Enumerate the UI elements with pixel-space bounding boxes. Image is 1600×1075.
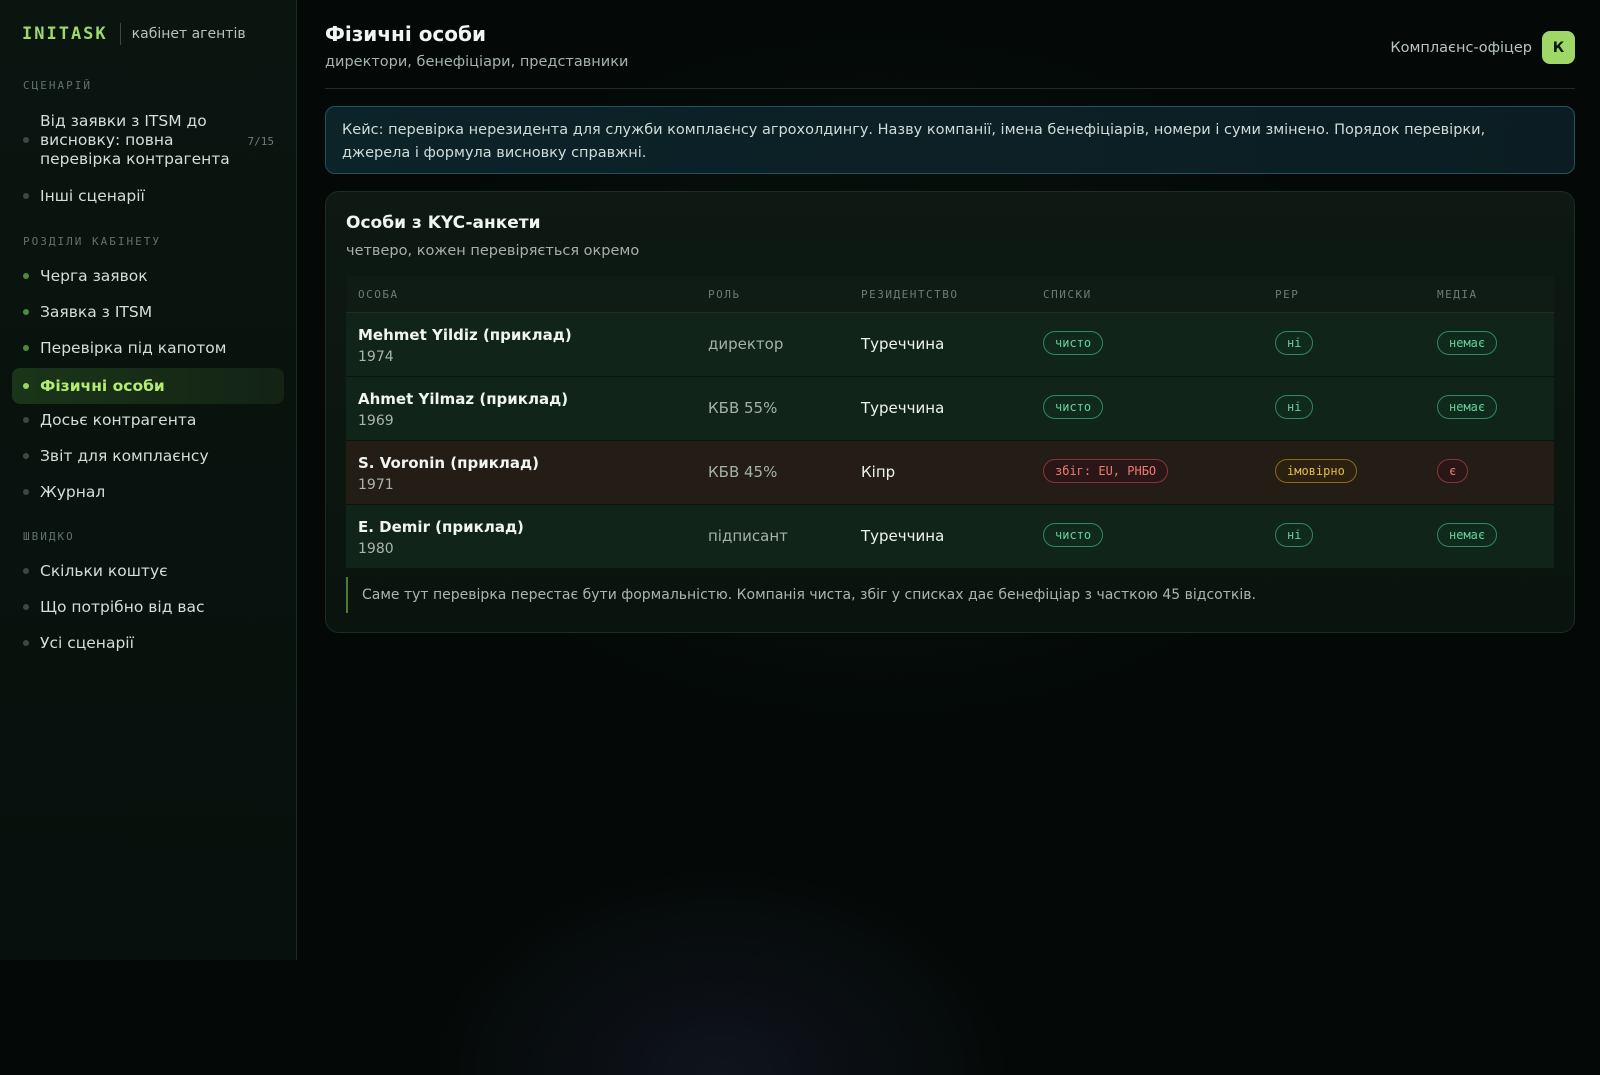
pep-status-badge: ні — [1275, 395, 1314, 419]
sidebar-item-journal[interactable]: Журнал — [12, 479, 284, 505]
table-row[interactable]: S. Voronin (приклад) 1971 КБВ 45% Кіпр з… — [346, 441, 1554, 505]
pep-status-badge: ні — [1275, 523, 1314, 547]
sidebar-item-label: Черга заявок — [40, 267, 148, 285]
person-residency: Кіпр — [861, 463, 896, 481]
person-residency: Туреччина — [861, 399, 945, 417]
sidebar-item-label: Скільки коштує — [40, 562, 168, 580]
table-header: ОСОБА РОЛЬ РЕЗИДЕНТСТВО СПИСКИ PEP МЕДІА — [346, 276, 1554, 313]
person-name: S. Voronin (приклад) — [358, 454, 539, 472]
user-role: Комплаєнс-офіцер — [1390, 39, 1532, 56]
person-role: КБВ 55% — [708, 399, 778, 417]
bullet-icon — [23, 604, 29, 610]
sidebar-item-dossier[interactable]: Досьє контрагента — [12, 407, 284, 433]
brand[interactable]: INITASK кабінет агентів — [22, 22, 246, 46]
bullet-icon — [23, 273, 29, 279]
table-row[interactable]: E. Demir (приклад) 1980 підписант Туречч… — [346, 505, 1554, 569]
avatar[interactable]: К — [1542, 31, 1575, 64]
person-residency: Туреччина — [861, 335, 945, 353]
case-description: Кейс: перевірка нерезидента для служби к… — [325, 106, 1575, 174]
person-role: директор — [708, 335, 784, 353]
person-birth-year: 1971 — [358, 477, 394, 493]
section-label-quick: ШВИДКО — [23, 530, 75, 543]
person-name: Mehmet Yildiz (приклад) — [358, 326, 572, 344]
bullet-icon — [23, 417, 29, 423]
brand-divider — [119, 23, 121, 45]
sidebar-item-under-hood[interactable]: Перевірка під капотом — [12, 335, 284, 361]
lists-status-badge: чисто — [1043, 331, 1104, 355]
person-birth-year: 1969 — [358, 413, 394, 429]
person-role: КБВ 45% — [708, 463, 778, 481]
pep-status-badge: імовірно — [1275, 459, 1357, 483]
column-header-lists: СПИСКИ — [1043, 288, 1092, 301]
bullet-icon — [23, 137, 29, 143]
sidebar-item-other-scenarios[interactable]: Інші сценарії — [12, 184, 284, 208]
sidebar-item-label: Фізичні особи — [40, 377, 165, 395]
sidebar-item-label: Що потрібно від вас — [40, 598, 205, 616]
sidebar-item-label: Заявка з ITSM — [40, 303, 153, 321]
lists-status-badge: чисто — [1043, 523, 1104, 547]
persons-table: ОСОБА РОЛЬ РЕЗИДЕНТСТВО СПИСКИ PEP МЕДІА… — [346, 276, 1554, 569]
media-status-badge: немає — [1437, 331, 1498, 355]
section-label-scenario: СЦЕНАРІЙ — [23, 79, 92, 92]
media-status-badge: немає — [1437, 523, 1498, 547]
column-header-media: МЕДІА — [1437, 288, 1478, 301]
sidebar-item-all-scenarios[interactable]: Усі сценарії — [12, 630, 284, 656]
sidebar-item-label: Досьє контрагента — [40, 411, 197, 429]
column-header-pep: PEP — [1275, 288, 1300, 301]
bullet-icon — [23, 383, 29, 389]
sidebar-item-scenario-full-check[interactable]: Від заявки з ITSM до висновку: повна пер… — [12, 110, 284, 170]
sidebar-item-requirements[interactable]: Що потрібно від вас — [12, 594, 284, 620]
person-birth-year: 1980 — [358, 541, 394, 557]
pep-status-badge: ні — [1275, 331, 1314, 355]
panel-title: Особи з KYC-анкети — [346, 213, 541, 233]
bullet-icon — [23, 345, 29, 351]
scenario-progress-count: 7/15 — [247, 135, 275, 148]
bullet-icon — [23, 489, 29, 495]
user-menu[interactable]: Комплаєнс-офіцер К — [1390, 31, 1575, 64]
column-header-person: ОСОБА — [358, 288, 399, 301]
bullet-icon — [23, 453, 29, 459]
brand-subtitle: кабінет агентів — [131, 26, 246, 42]
media-status-badge: є — [1437, 459, 1469, 483]
header-divider — [325, 88, 1575, 89]
lists-status-badge: чисто — [1043, 395, 1104, 419]
person-name: Ahmet Yilmaz (приклад) — [358, 390, 569, 408]
panel-subtitle: четверо, кожен перевіряється окремо — [346, 243, 640, 259]
sidebar-item-label: Усі сценарії — [40, 634, 134, 652]
sidebar-item-label: Перевірка під капотом — [40, 339, 227, 357]
sidebar-item-label: Від заявки з ITSM до висновку: повна пер… — [40, 111, 230, 168]
bullet-icon — [23, 193, 29, 199]
section-label-cabinet: РОЗДІЛИ КАБІНЕТУ — [23, 235, 161, 248]
page-title: Фізичні особи — [325, 22, 487, 46]
sidebar-item-label: Журнал — [40, 483, 106, 501]
kyc-panel: Особи з KYC-анкети четверо, кожен переві… — [325, 191, 1575, 633]
table-row[interactable]: Ahmet Yilmaz (приклад) 1969 КБВ 55% Туре… — [346, 377, 1554, 441]
bullet-icon — [23, 309, 29, 315]
sidebar-item-individuals[interactable]: Фізичні особи — [12, 368, 284, 404]
sidebar-item-label: Інші сценарії — [40, 187, 145, 205]
person-name: E. Demir (приклад) — [358, 518, 524, 536]
bullet-icon — [23, 640, 29, 646]
page-subtitle: директори, бенефіціари, представники — [325, 54, 629, 70]
sidebar-item-itsm-request[interactable]: Заявка з ITSM — [12, 299, 284, 325]
media-status-badge: немає — [1437, 395, 1498, 419]
column-header-residency: РЕЗИДЕНТСТВО — [861, 288, 959, 301]
table-row[interactable]: Mehmet Yildiz (приклад) 1974 директор Ту… — [346, 313, 1554, 377]
person-role: підписант — [708, 527, 788, 545]
sidebar-item-cost[interactable]: Скільки коштує — [12, 558, 284, 584]
brand-logo: INITASK — [22, 24, 108, 44]
callout-note: Саме тут перевірка перестає бути формаль… — [346, 577, 1546, 613]
bullet-icon — [23, 568, 29, 574]
lists-status-badge: збіг: EU, РНБО — [1043, 459, 1169, 483]
column-header-role: РОЛЬ — [708, 288, 741, 301]
sidebar-item-label: Звіт для комплаєнсу — [40, 447, 209, 465]
person-residency: Туреччина — [861, 527, 945, 545]
person-birth-year: 1974 — [358, 349, 394, 365]
sidebar: INITASK кабінет агентів СЦЕНАРІЙ Від зая… — [0, 0, 297, 960]
sidebar-item-compliance-report[interactable]: Звіт для комплаєнсу — [12, 443, 284, 469]
sidebar-item-queue[interactable]: Черга заявок — [12, 263, 284, 289]
